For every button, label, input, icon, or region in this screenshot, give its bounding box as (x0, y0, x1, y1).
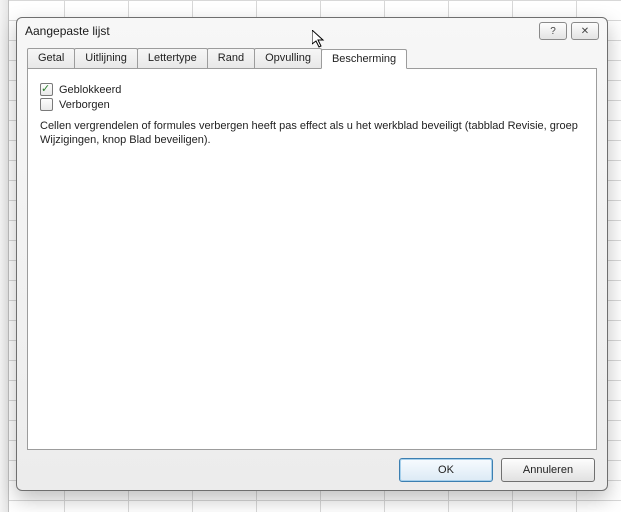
tab-opvulling[interactable]: Opvulling (254, 48, 322, 68)
protection-panel: Geblokkeerd Verborgen Cellen vergrendele… (27, 68, 597, 450)
hidden-row: Verborgen (40, 98, 584, 111)
row-header-gutter (0, 0, 9, 512)
locked-checkbox[interactable] (40, 83, 53, 96)
help-icon: ? (550, 26, 556, 37)
locked-row: Geblokkeerd (40, 83, 584, 96)
close-button[interactable]: ✕ (571, 22, 599, 40)
close-icon: ✕ (581, 26, 589, 37)
format-cells-dialog: Aangepaste lijst ? ✕ Getal Uitlijning Le… (16, 17, 608, 491)
dialog-title: Aangepaste lijst (25, 24, 535, 38)
hidden-label: Verborgen (59, 99, 110, 111)
title-bar: Aangepaste lijst ? ✕ (17, 18, 607, 44)
tab-getal-label: Getal (38, 52, 64, 64)
tab-lettertype-label: Lettertype (148, 52, 197, 64)
tab-bescherming-label: Bescherming (332, 53, 396, 65)
tab-lettertype[interactable]: Lettertype (137, 48, 208, 68)
ok-button-label: OK (438, 464, 454, 476)
tab-rand-label: Rand (218, 52, 244, 64)
locked-label: Geblokkeerd (59, 84, 121, 96)
hidden-checkbox[interactable] (40, 98, 53, 111)
tab-rand[interactable]: Rand (207, 48, 255, 68)
cancel-button-label: Annuleren (523, 464, 573, 476)
protection-description: Cellen vergrendelen of formules verberge… (40, 119, 584, 148)
tab-uitlijning-label: Uitlijning (85, 52, 127, 64)
dialog-buttons: OK Annuleren (17, 450, 607, 490)
tab-getal[interactable]: Getal (27, 48, 75, 68)
tab-strip: Getal Uitlijning Lettertype Rand Opvulli… (17, 44, 607, 68)
tab-opvulling-label: Opvulling (265, 52, 311, 64)
help-button[interactable]: ? (539, 22, 567, 40)
tab-uitlijning[interactable]: Uitlijning (74, 48, 138, 68)
cancel-button[interactable]: Annuleren (501, 458, 595, 482)
ok-button[interactable]: OK (399, 458, 493, 482)
tab-bescherming[interactable]: Bescherming (321, 49, 407, 69)
